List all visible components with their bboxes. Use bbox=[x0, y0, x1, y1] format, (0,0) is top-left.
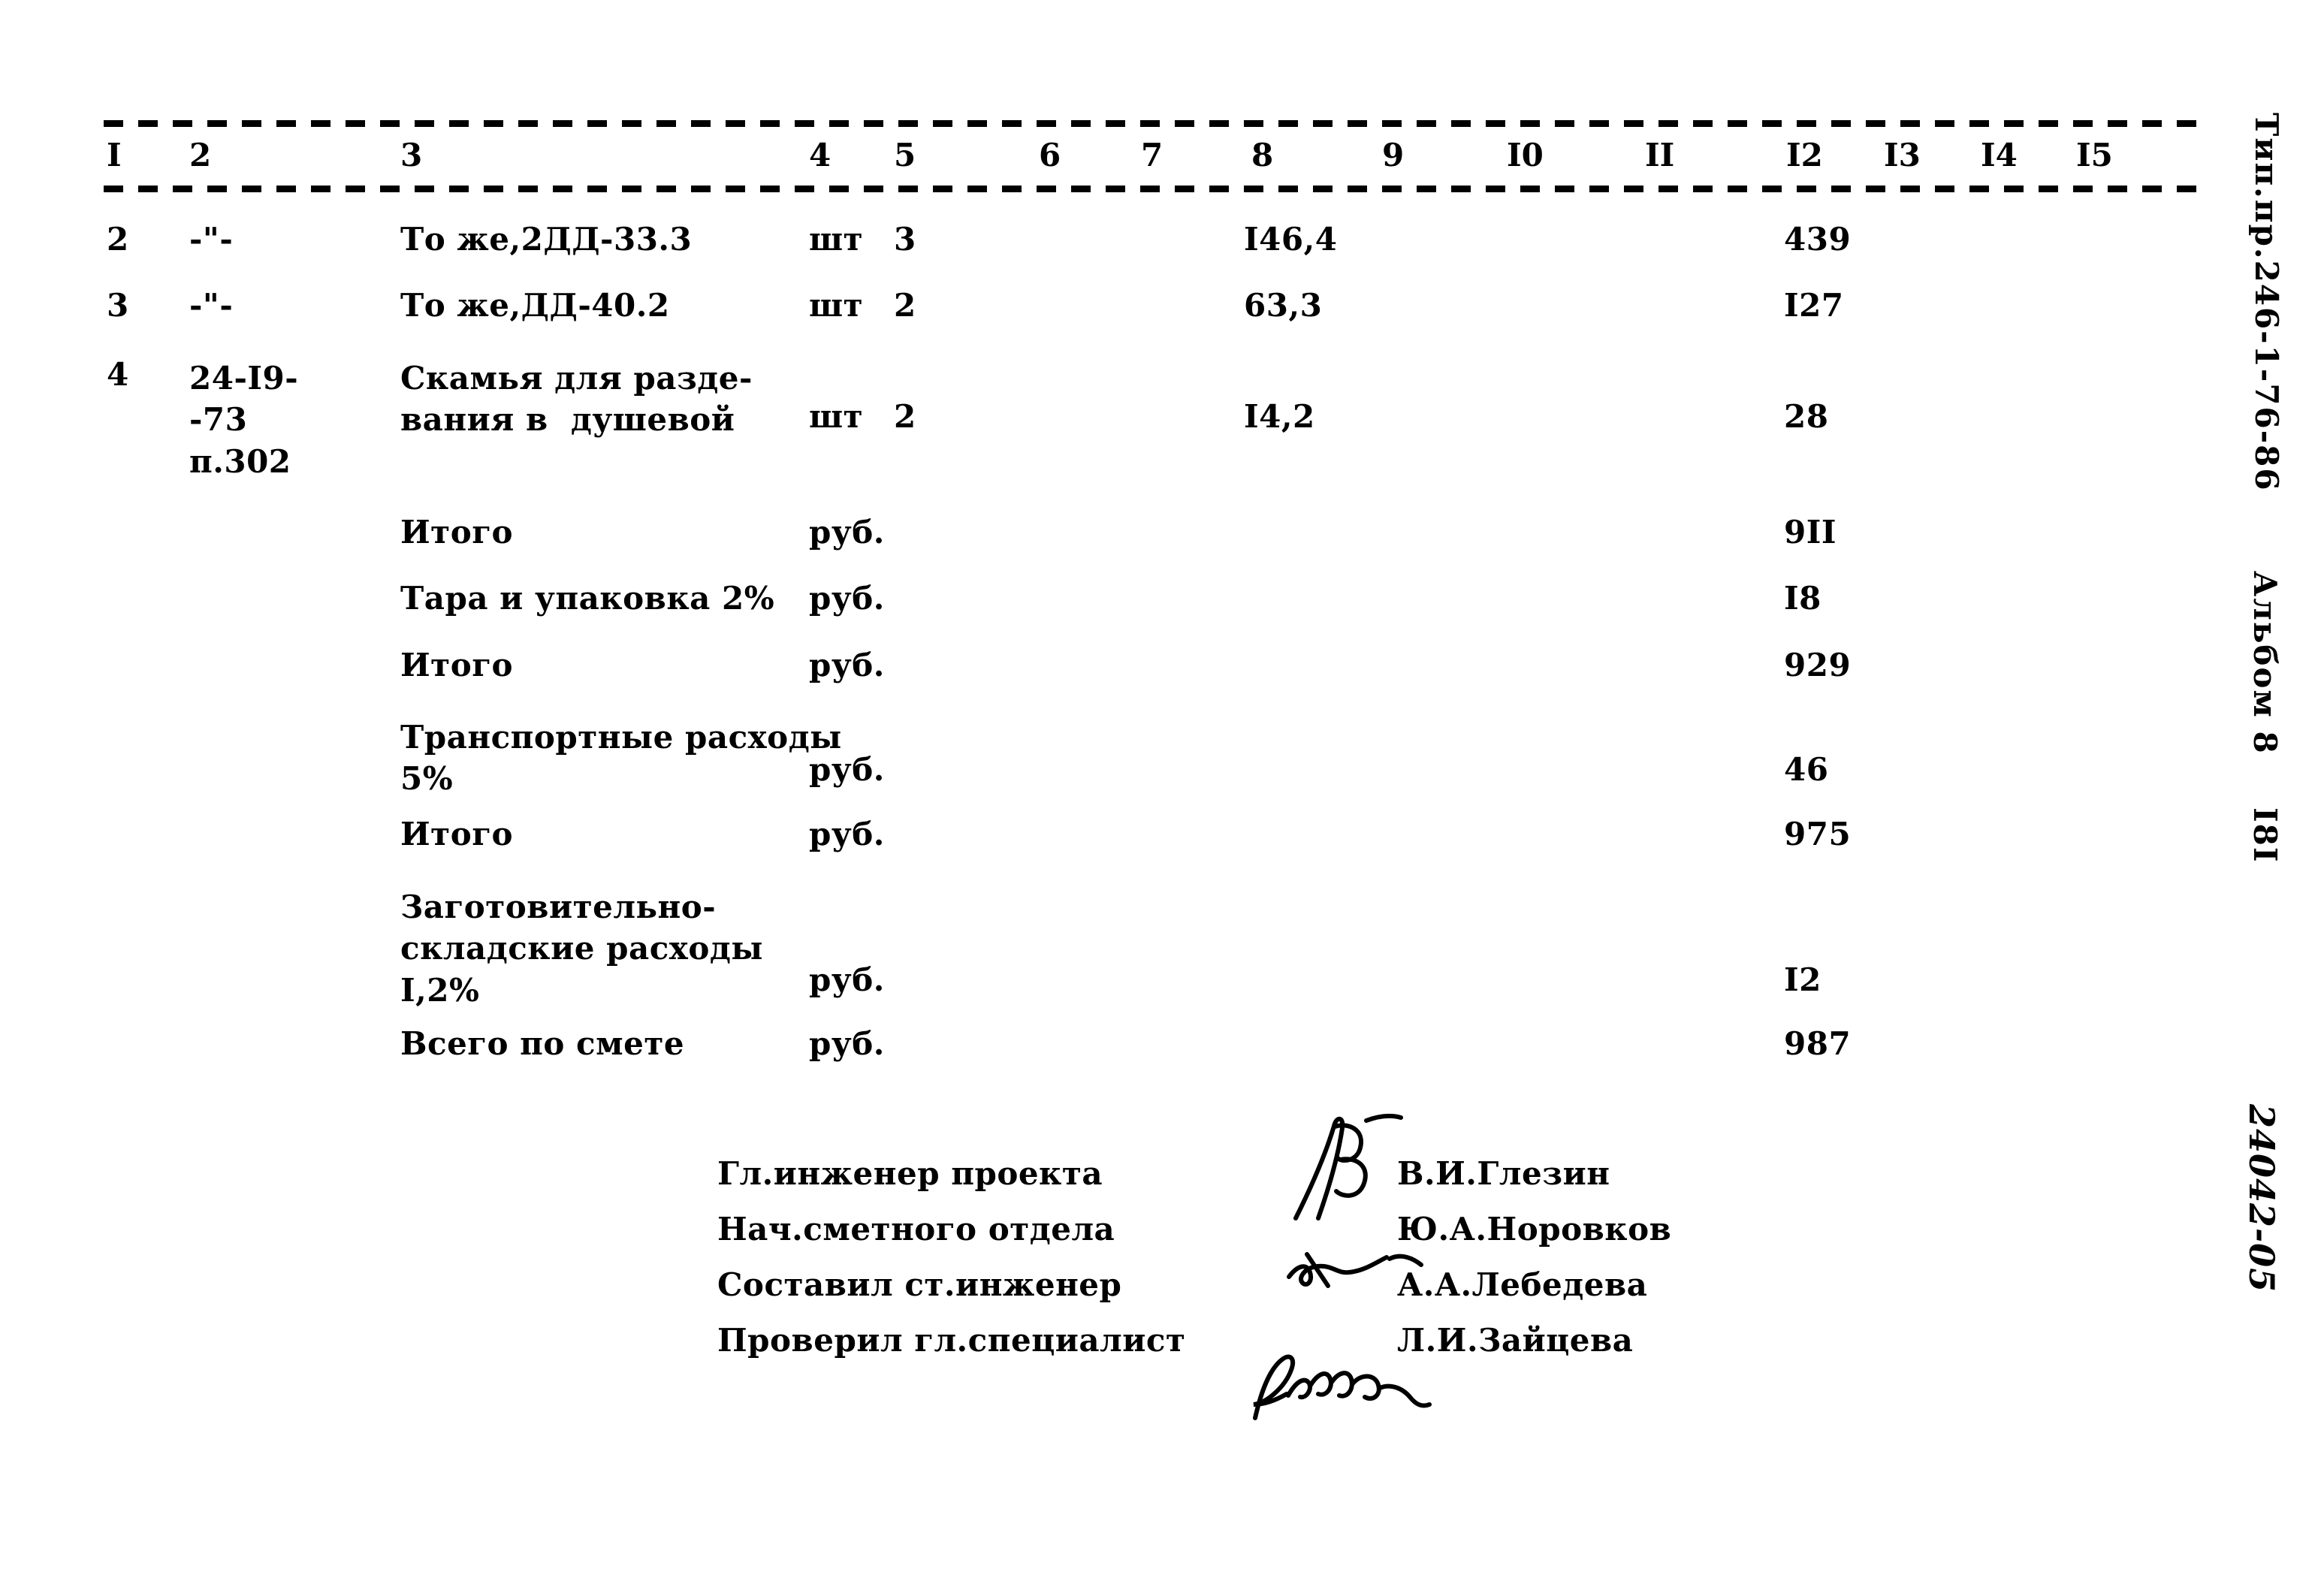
table-row: 4 24-I9- -73 п.302 Скамья для разде- ван… bbox=[0, 358, 2324, 515]
column-header-13: I3 bbox=[1884, 137, 1921, 173]
column-header-7: 7 bbox=[1141, 137, 1164, 173]
table-header-bottom-rule bbox=[104, 186, 2199, 192]
column-header-12: I2 bbox=[1786, 137, 1823, 173]
cell-code: -"- bbox=[189, 221, 234, 258]
summary-total: I8 bbox=[1784, 580, 1821, 617]
summary-unit: руб. bbox=[809, 647, 885, 683]
summary-row: Транспортные расходы 5% руб. 46 bbox=[0, 717, 2324, 817]
summary-unit: руб. bbox=[809, 961, 885, 998]
cell-total: 439 bbox=[1784, 221, 1852, 258]
summary-row: Всего по смете руб. 987 bbox=[0, 1027, 2324, 1093]
summary-total: 987 bbox=[1784, 1025, 1852, 1062]
column-header-5: 5 bbox=[894, 137, 916, 173]
cell-unit: шт bbox=[809, 398, 864, 435]
column-header-3: 3 bbox=[400, 137, 423, 173]
cell-quantity: 2 bbox=[894, 287, 916, 324]
cell-unit-price: I46,4 bbox=[1244, 221, 1338, 258]
column-header-14: I4 bbox=[1981, 137, 2018, 173]
signature-row: Составил ст.инженер А.А.Лебедева bbox=[717, 1266, 1769, 1420]
summary-label: Итого bbox=[400, 816, 513, 852]
table-row: 2 -"- То же,2ДД-33.3 шт 3 I46,4 439 bbox=[0, 222, 2324, 288]
cell-name: То же,2ДД-33.3 bbox=[400, 221, 693, 258]
signature-name: Л.И.Зайцева bbox=[1397, 1322, 1634, 1359]
table-row: 3 -"- То же,ДД-40.2 шт 2 63,3 I27 bbox=[0, 288, 2324, 358]
table-top-rule bbox=[104, 120, 2199, 127]
cell-quantity: 2 bbox=[894, 398, 916, 435]
cell-unit: шт bbox=[809, 287, 864, 324]
column-header-8: 8 bbox=[1251, 137, 1274, 173]
cell-unit-price: 63,3 bbox=[1244, 287, 1323, 324]
cell-unit-price: I4,2 bbox=[1244, 398, 1315, 435]
cell-total: 28 bbox=[1784, 398, 1829, 435]
cell-row-number: 4 bbox=[107, 356, 129, 393]
cell-row-number: 2 bbox=[107, 221, 129, 258]
summary-row: Итого руб. 975 bbox=[0, 817, 2324, 886]
summary-row: Тара и упаковка 2% руб. I8 bbox=[0, 581, 2324, 648]
column-header-4: 4 bbox=[809, 137, 832, 173]
summary-label: Заготовительно- складские расходы I,2% bbox=[400, 889, 763, 1009]
column-header-2: 2 bbox=[189, 137, 212, 173]
cell-unit: шт bbox=[809, 221, 864, 258]
signature-title: Нач.сметного отдела bbox=[717, 1211, 1115, 1248]
signature-name: Ю.А.Норовков bbox=[1397, 1211, 1672, 1248]
summary-total: 975 bbox=[1784, 816, 1852, 852]
signature-name: А.А.Лебедева bbox=[1397, 1266, 1648, 1303]
summary-total: 9II bbox=[1784, 514, 1837, 551]
summary-label: Тара и упаковка 2% bbox=[400, 580, 775, 617]
summary-row: Итого руб. 9II bbox=[0, 515, 2324, 581]
signature-row: Гл.инженер проекта В.И.Глезин bbox=[717, 1113, 1769, 1220]
album-stamp: Альбом 8 bbox=[2247, 571, 2283, 755]
cell-quantity: 3 bbox=[894, 221, 916, 258]
signature-title: Составил ст.инженер bbox=[717, 1266, 1122, 1303]
table-body: 2 -"- То же,2ДД-33.3 шт 3 I46,4 439 3 -"… bbox=[0, 222, 2324, 1093]
signature-name: В.И.Глезин bbox=[1397, 1155, 1610, 1192]
summary-unit: руб. bbox=[809, 580, 885, 617]
cell-name: То же,ДД-40.2 bbox=[400, 287, 670, 324]
table-column-header: I 2 3 4 5 6 7 8 9 I0 II I2 I3 I4 I5 bbox=[0, 138, 2324, 180]
summary-row: Итого руб. 929 bbox=[0, 648, 2324, 717]
summary-label: Итого bbox=[400, 514, 513, 551]
signature-row: Нач.сметного отдела Ю.А.Норовков bbox=[717, 1211, 1769, 1288]
column-header-9: 9 bbox=[1382, 137, 1405, 173]
page-number-stamp: I8I bbox=[2247, 807, 2283, 864]
column-header-6: 6 bbox=[1039, 137, 1061, 173]
summary-unit: руб. bbox=[809, 514, 885, 551]
summary-unit: руб. bbox=[809, 1025, 885, 1062]
signature-title: Проверил гл.специалист bbox=[717, 1322, 1186, 1359]
summary-total: 929 bbox=[1784, 647, 1852, 683]
signature-row: Проверил гл.специалист Л.И.Зайцева bbox=[717, 1323, 1769, 1379]
document-page: I 2 3 4 5 6 7 8 9 I0 II I2 I3 I4 I5 2 -"… bbox=[0, 0, 2324, 1587]
column-header-15: I5 bbox=[2076, 137, 2113, 173]
cell-code: -"- bbox=[189, 287, 234, 324]
summary-label: Транспортные расходы 5% bbox=[400, 719, 842, 798]
summary-label: Итого bbox=[400, 647, 513, 683]
column-header-11: II bbox=[1645, 137, 1675, 173]
summary-total: I2 bbox=[1784, 961, 1821, 998]
handwritten-archive-code: 24042-05 bbox=[2241, 1104, 2282, 1293]
document-code-stamp: Тип.пр.246-1-76-86 bbox=[2248, 113, 2285, 492]
summary-row: Заготовительно- складские расходы I,2% р… bbox=[0, 886, 2324, 1027]
summary-unit: руб. bbox=[809, 751, 885, 788]
column-header-1: I bbox=[107, 137, 122, 173]
summary-unit: руб. bbox=[809, 816, 885, 852]
signature-title: Гл.инженер проекта bbox=[717, 1155, 1103, 1192]
cell-code: 24-I9- -73 п.302 bbox=[189, 360, 299, 480]
cell-name: Скамья для разде- вания в душевой bbox=[400, 360, 753, 439]
column-header-10: I0 bbox=[1507, 137, 1544, 173]
summary-total: 46 bbox=[1784, 751, 1829, 788]
summary-label: Всего по смете bbox=[400, 1025, 685, 1062]
signature-block: Гл.инженер проекта В.И.Глезин Нач.сметно… bbox=[717, 1113, 1769, 1420]
cell-total: I27 bbox=[1784, 287, 1844, 324]
cell-row-number: 3 bbox=[107, 287, 129, 324]
